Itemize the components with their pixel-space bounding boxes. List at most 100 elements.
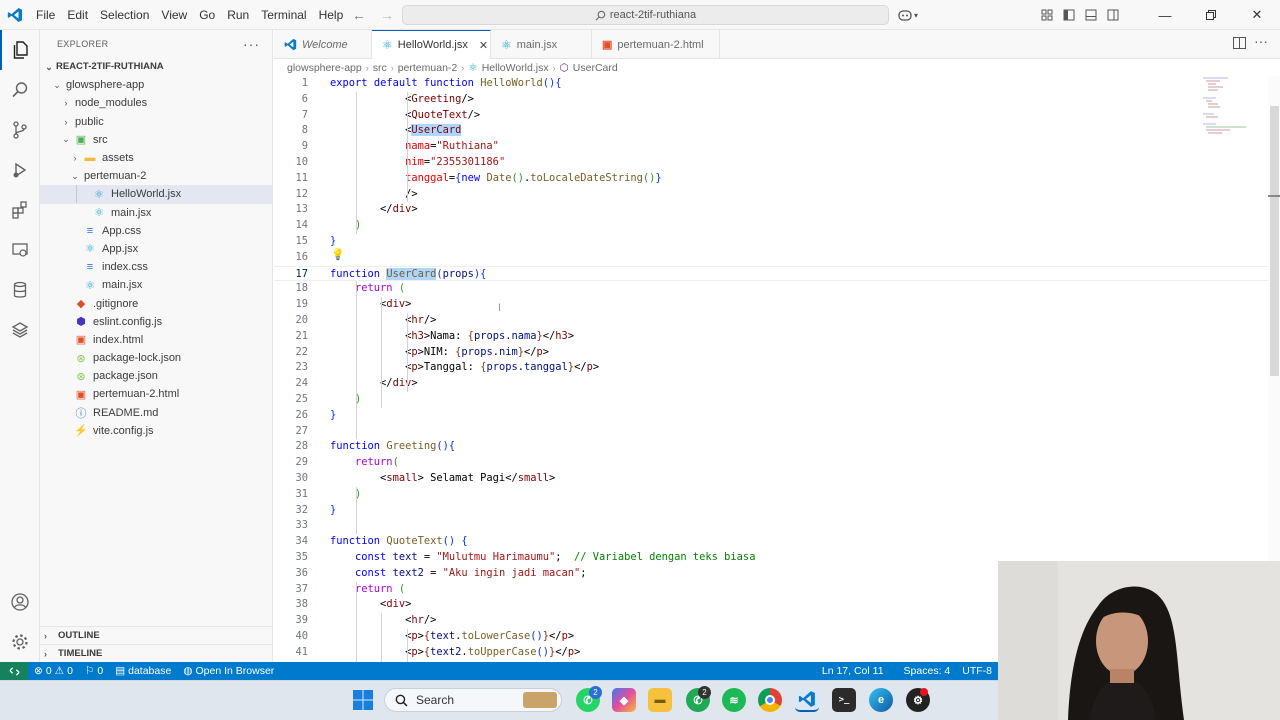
code-line[interactable]: 26}	[274, 408, 1280, 424]
tree-item-app-css[interactable]: ≡ App.css	[40, 222, 272, 240]
toggle-primary-sidebar-icon[interactable]	[1058, 0, 1080, 30]
tree-item-readme-md[interactable]: ⓘ README.md	[40, 404, 272, 422]
extensions-icon[interactable]	[0, 190, 40, 230]
ports-indicator[interactable]: ⚐ 0	[79, 665, 109, 677]
tree-item-main-jsx[interactable]: ⚛ main.jsx	[40, 204, 272, 222]
code-line[interactable]: 33	[274, 518, 1280, 534]
code-line[interactable]: 7 <QuoteText/>	[274, 108, 1280, 124]
tree-item-eslint-config-js[interactable]: ⬢ eslint.config.js	[40, 313, 272, 331]
command-center[interactable]: react-2tif-ruthiana	[402, 5, 889, 25]
tab-helloworld[interactable]: ⚛ HelloWorld.jsx ✕	[372, 30, 491, 59]
indentation[interactable]: Spaces: 4	[898, 665, 957, 677]
code-line[interactable]: 1 export default function HelloWorld(){	[274, 76, 1280, 92]
code-line[interactable]: 18 return (	[274, 281, 1280, 297]
database-icon[interactable]	[0, 270, 40, 310]
tab-main[interactable]: ⚛ main.jsx	[491, 30, 592, 59]
vscode-taskbar-icon[interactable]	[795, 688, 819, 712]
close-tab-icon[interactable]: ✕	[479, 39, 488, 52]
remote-indicator-icon[interactable]	[0, 662, 28, 680]
split-editor-icon[interactable]	[1233, 37, 1246, 52]
code-line[interactable]: 9 nama="Ruthiana"	[274, 139, 1280, 155]
code-line[interactable]: 31 )	[274, 487, 1280, 503]
code-line[interactable]: 10 nim="2355301186"	[274, 155, 1280, 171]
file-explorer-icon[interactable]: ▬	[648, 688, 672, 712]
tree-item-src[interactable]: ⌄ ▣ src	[40, 131, 272, 149]
tree-item-assets[interactable]: › ▬ assets	[40, 149, 272, 167]
copilot-app-icon[interactable]: ◆	[612, 688, 636, 712]
problems-indicator[interactable]: ⊗ 0 ⚠ 0	[28, 665, 79, 677]
menu-edit[interactable]: Edit	[61, 0, 94, 30]
code-line[interactable]: 12 />	[274, 187, 1280, 203]
search-view-icon[interactable]	[0, 70, 40, 110]
tree-item-package-lock-json[interactable]: ⊛ package-lock.json	[40, 349, 272, 367]
tree-item-pertemuan-2-html[interactable]: ▣ pertemuan-2.html	[40, 385, 272, 403]
menu-view[interactable]: View	[155, 0, 193, 30]
tree-item-helloworld-jsx[interactable]: ⚛ HelloWorld.jsx	[40, 185, 272, 204]
code-line[interactable]: 32}	[274, 503, 1280, 519]
code-line[interactable]: 28 function Greeting(){	[274, 439, 1280, 455]
back-arrow-icon[interactable]: ←	[352, 7, 366, 23]
more-actions-icon[interactable]: ···	[243, 36, 260, 52]
code-line[interactable]: 29 return(	[274, 455, 1280, 471]
tree-item-main-jsx[interactable]: ⚛ main.jsx	[40, 276, 272, 294]
tree-item-vite-config-js[interactable]: ⚡ vite.config.js	[40, 422, 272, 440]
code-line[interactable]: 19 <div>	[274, 297, 1280, 313]
account-icon[interactable]	[0, 582, 40, 622]
code-line[interactable]: 25 )	[274, 392, 1280, 408]
timeline-section[interactable]: › TIMELINE	[40, 644, 273, 662]
code-line[interactable]: 21 <h3>Nama: {props.nama}</h3>	[274, 329, 1280, 345]
code-line[interactable]: 11 tanggal={new Date().toLocaleDateStrin…	[274, 171, 1280, 187]
customize-layout-icon[interactable]	[1036, 0, 1058, 30]
breadcrumb-item[interactable]: pertemuan-2	[398, 62, 458, 74]
source-control-icon[interactable]	[0, 110, 40, 150]
minimap[interactable]	[1198, 76, 1268, 156]
outline-section[interactable]: › OUTLINE	[40, 626, 273, 644]
menu-run[interactable]: Run	[221, 0, 255, 30]
tree-item-node-modules[interactable]: › node_modules	[40, 94, 272, 112]
tree-item-package-json[interactable]: ⊛ package.json	[40, 367, 272, 385]
breadcrumb-item[interactable]: HelloWorld.jsx	[482, 62, 549, 74]
taskbar-search[interactable]: Search	[384, 688, 562, 712]
menu-go[interactable]: Go	[193, 0, 221, 30]
spotify-icon[interactable]: ≋	[722, 688, 746, 712]
windows-start-icon[interactable]	[352, 689, 374, 711]
menu-help[interactable]: Help	[313, 0, 350, 30]
menu-selection[interactable]: Selection	[94, 0, 155, 30]
code-line[interactable]: 30 <small> Selamat Pagi</small>	[274, 471, 1280, 487]
code-line[interactable]: 13 </div>	[274, 202, 1280, 218]
code-line[interactable]: 17 function UserCard(props){	[274, 265, 1280, 282]
edge-icon[interactable]: e	[869, 688, 893, 712]
lightbulb-icon[interactable]: 💡	[331, 248, 345, 261]
tree-item-glowsphere-app[interactable]: ⌄ glowsphere-app	[40, 76, 272, 94]
open-in-browser[interactable]: ◍ Open In Browser	[177, 665, 280, 677]
database-status[interactable]: ▤ database	[109, 665, 177, 677]
settings-gear-icon[interactable]	[0, 622, 40, 662]
encoding[interactable]: UTF-8	[956, 665, 998, 677]
workspace-root[interactable]: ⌄ REACT-2TIF-RUTHIANA	[40, 58, 272, 76]
more-actions-icon[interactable]: ···	[1254, 33, 1268, 49]
tree-item-index-html[interactable]: ▣ index.html	[40, 331, 272, 349]
forward-arrow-icon[interactable]: →	[380, 7, 394, 23]
tree-item-index-css[interactable]: ≡ index.css	[40, 258, 272, 276]
code-line[interactable]: 23 <p>Tanggal: {props.tanggal}</p>	[274, 360, 1280, 376]
tree-item-gitignore[interactable]: ◆ .gitignore	[40, 294, 272, 312]
breadcrumb-item[interactable]: UserCard	[573, 62, 618, 74]
code-line[interactable]: 14 )	[274, 218, 1280, 234]
code-line[interactable]: 16	[274, 250, 1280, 266]
remote-explorer-icon[interactable]	[0, 230, 40, 270]
breadcrumb-item[interactable]: glowsphere-app	[287, 62, 362, 74]
toggle-secondary-sidebar-icon[interactable]	[1102, 0, 1124, 30]
cursor-position[interactable]: Ln 17, Col 11	[816, 665, 890, 677]
chrome-icon[interactable]	[758, 688, 782, 712]
tab-welcome[interactable]: Welcome	[274, 30, 372, 59]
toggle-panel-icon[interactable]	[1080, 0, 1102, 30]
tree-item-pertemuan-2[interactable]: ⌄ pertemuan-2	[40, 167, 272, 185]
restore-icon[interactable]	[1188, 0, 1234, 30]
code-line[interactable]: 22 <p>NIM: {props.nim}</p>	[274, 345, 1280, 361]
terminal-icon[interactable]: >_	[832, 688, 856, 712]
code-line[interactable]: 34 function QuoteText() {	[274, 534, 1280, 550]
code-line[interactable]: 24 </div>	[274, 376, 1280, 392]
scrollbar-thumb[interactable]	[1270, 106, 1279, 376]
tab-pertemuan-2[interactable]: ▣ pertemuan-2.html	[592, 30, 720, 59]
copilot-icon[interactable]: ▾	[898, 6, 926, 24]
